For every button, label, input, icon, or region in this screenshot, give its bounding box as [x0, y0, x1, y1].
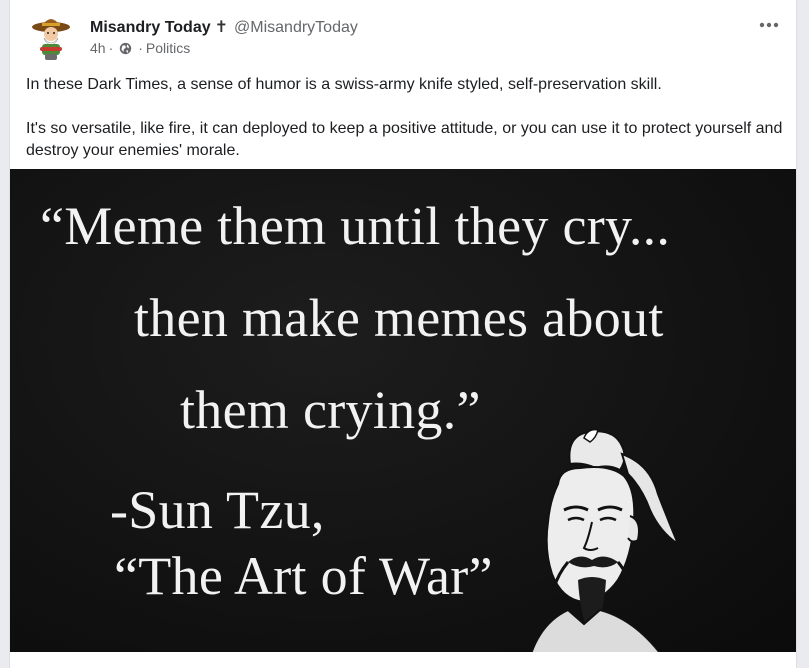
meme-attribution: -Sun Tzu,: [110, 480, 325, 540]
post-footer-strip: [10, 652, 796, 668]
post-header: Misandry Today ✝ @MisandryToday 4h · · Pol…: [10, 0, 796, 68]
post-category[interactable]: Politics: [146, 40, 190, 56]
post-author-line: Misandry Today ✝ @MisandryToday: [90, 17, 358, 37]
globe-icon: [119, 42, 132, 55]
avatar-illustration: [32, 19, 70, 60]
post-timestamp[interactable]: 4h: [90, 40, 106, 56]
meme-quote-line: “Meme them until they cry...: [40, 196, 671, 256]
meme-book-title: “The Art of War”: [114, 546, 493, 606]
post-body: In these Dark Times, a sense of humor is…: [26, 74, 786, 162]
more-options-button[interactable]: [756, 14, 782, 36]
post-card: Misandry Today ✝ @MisandryToday 4h · · Pol…: [9, 0, 797, 668]
page-name-link[interactable]: Misandry Today: [90, 19, 211, 36]
meta-separator-2: ·: [138, 40, 143, 56]
post-meta: 4h · · Politics: [90, 40, 190, 56]
sun-tzu-illustration: [530, 428, 681, 652]
meme-quote-line: them crying.”: [180, 380, 481, 440]
meta-separator: ·: [108, 40, 114, 56]
cross-icon: ✝: [214, 19, 229, 36]
meme-quote-line: then make memes about: [134, 288, 664, 348]
meme-image[interactable]: “Meme them until they cry... then make m…: [10, 169, 796, 652]
page-handle[interactable]: @MisandryToday: [234, 19, 358, 36]
ellipsis-icon: [759, 22, 779, 28]
post-paragraph: In these Dark Times, a sense of humor is…: [26, 76, 662, 93]
avatar[interactable]: [30, 14, 72, 62]
post-paragraph: It's so versatile, like fire, it can dep…: [26, 120, 783, 159]
